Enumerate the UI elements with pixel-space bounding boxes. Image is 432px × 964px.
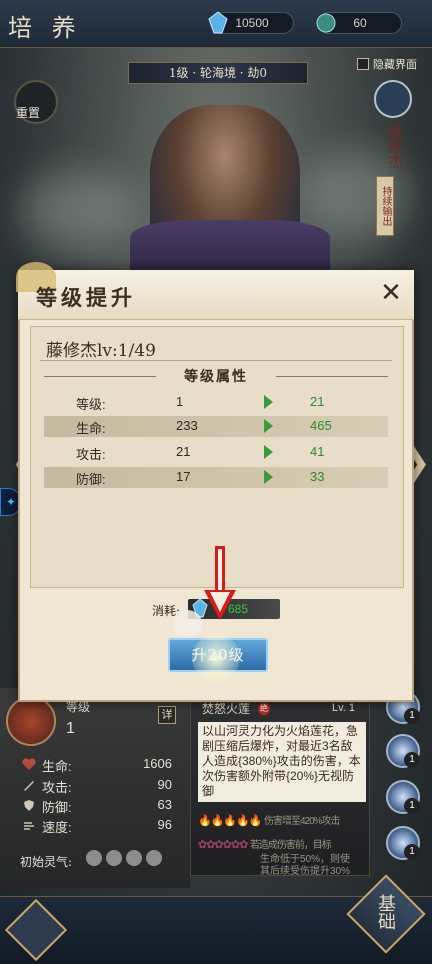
reset-label: 重置 (16, 106, 41, 120)
tutorial-arrow-head-inner (210, 592, 230, 612)
attr-row-defense: 防御: 17 33 (44, 467, 388, 488)
page-title: 培 养 (8, 14, 82, 42)
crystal-icon (208, 11, 228, 34)
jade-icon (316, 13, 336, 33)
stat-value: 1606 (143, 756, 172, 771)
top-bar: 培 养 10500 60 (0, 0, 432, 48)
qi-flame-icon (125, 850, 142, 866)
hide-ui-label: 隐藏界面 (373, 59, 417, 71)
heart-icon (22, 758, 36, 770)
dialog-title: 等级提升 (36, 285, 136, 310)
hide-ui-toggle[interactable]: 隐藏界面 (357, 56, 417, 72)
divider (40, 360, 392, 361)
currency-jade: 60 (316, 12, 402, 34)
qi-label: 初始灵气: (20, 855, 73, 869)
attr-from: 17 (176, 469, 191, 484)
currency1-value: 10500 (235, 16, 269, 30)
attr-to: 21 (310, 394, 325, 409)
mist-effect (20, 170, 140, 250)
skill-slot-4-count: 1 (404, 844, 420, 860)
attr-label: 攻击: (76, 447, 106, 462)
sword-icon (24, 781, 34, 791)
section-title: 等级属性 (184, 369, 248, 385)
attr-from: 1 (176, 394, 184, 409)
stat-attack: 攻击: 90 (22, 777, 182, 795)
arrow-right-icon (264, 445, 273, 459)
stat-label: 防御: (42, 800, 72, 815)
checkbox-icon[interactable] (357, 58, 369, 70)
qi-icons (85, 850, 166, 869)
stat-value: 90 (157, 777, 172, 792)
element-avatar (6, 696, 56, 746)
hero-name: 藤修杰 (386, 124, 404, 169)
tutorial-arrow-icon (215, 546, 225, 594)
detail-button[interactable]: 详 (158, 706, 176, 724)
arrow-right-icon (264, 419, 273, 433)
qi-flame-icon (85, 850, 102, 866)
skill-upgrade-2-text-c: 其后续受伤提升30% (260, 866, 351, 877)
attr-to: 33 (310, 469, 325, 484)
skill-upgrade-1: 🔥🔥🔥🔥🔥 伤害增至420%攻击 (198, 814, 341, 827)
sect-emblem-icon (374, 80, 412, 118)
tap-glow-effect (192, 634, 240, 682)
currency2-value: 60 (353, 16, 367, 30)
level-banner: 1级 · 轮海境 · 劫0 (128, 62, 308, 84)
skill-slot-1-count: 1 (404, 708, 420, 724)
hero-namecard: 藤修杰 持续输出 (372, 80, 414, 240)
skill-upgrade-2: ✿✿✿✿✿✿ 若造成伤害前，目标 (198, 838, 332, 851)
arrow-right-icon (264, 470, 273, 484)
stat-defense: 防御: 63 (22, 797, 182, 815)
character-level: 藤修杰lv:1/49 (46, 341, 156, 361)
divider (276, 376, 388, 377)
attr-label: 生命: (76, 421, 106, 436)
arrow-right-icon (264, 395, 273, 409)
attr-to: 41 (310, 444, 325, 459)
skill-ultimate-badge: 绝 (258, 703, 270, 715)
shield-icon (24, 800, 34, 811)
attr-row-attack: 攻击: 21 41 (44, 442, 388, 463)
attr-from: 21 (176, 444, 191, 459)
stat-label: 速度: (42, 820, 72, 835)
skill-upgrade-1-text: 伤害增至420%攻击 (263, 816, 341, 827)
divider (44, 376, 156, 377)
stat-hp: 生命: 1606 (22, 756, 182, 774)
attr-label: 等级: (76, 397, 106, 412)
wind-icon (24, 822, 34, 830)
attr-to: 465 (310, 418, 332, 433)
stat-value: 63 (157, 797, 172, 812)
skill-name: 焚怒火莲 (202, 702, 251, 716)
skill-description: 以山河灵力化为火焰莲花，急剧压缩后爆炸，对最近3名敌人造成{380%}攻击的伤害… (198, 722, 366, 802)
hero-grade-value: 1 (66, 720, 75, 737)
qi-flame-icon (145, 850, 162, 866)
base-tab-label: 基础 (378, 894, 396, 933)
skill-slot-3-count: 1 (404, 798, 420, 814)
initial-qi: 初始灵气: (20, 850, 166, 870)
qi-flame-icon (105, 850, 122, 866)
attr-row-hp: 生命: 233 465 (44, 416, 388, 437)
attr-row-level: 等级: 1 21 (44, 392, 388, 413)
close-icon[interactable]: ✕ (378, 280, 404, 306)
attr-from: 233 (176, 418, 198, 433)
stat-label: 攻击: (42, 780, 72, 795)
stat-speed: 速度: 96 (22, 817, 182, 835)
stat-label: 生命: (42, 759, 72, 774)
attr-label: 防御: (76, 472, 106, 487)
tutorial-hand-icon (172, 610, 202, 636)
skill-level: Lv. 1 (332, 702, 356, 714)
hero-role-tag: 持续输出 (376, 176, 394, 236)
skill-slot-2-count: 1 (404, 752, 420, 768)
currency-spirit-stone: 10500 (208, 11, 294, 34)
stat-value: 96 (157, 817, 172, 832)
